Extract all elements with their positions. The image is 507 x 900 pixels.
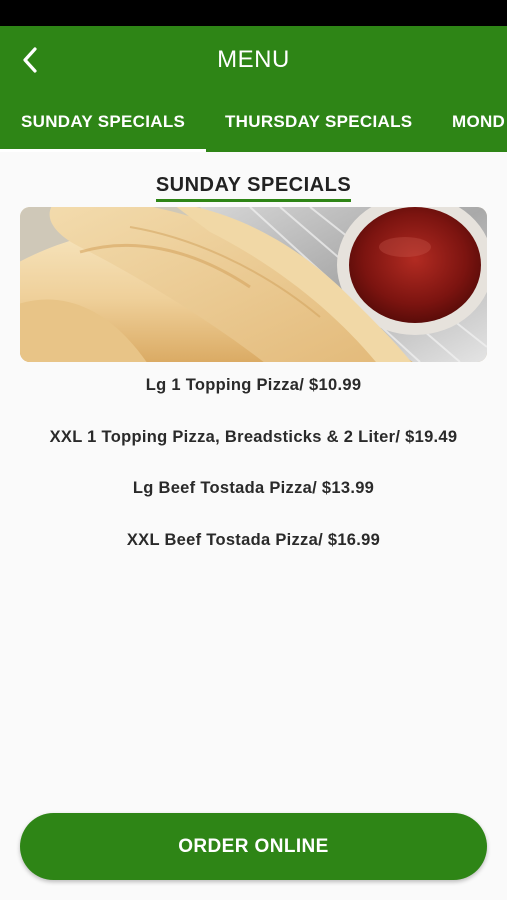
section-heading: SUNDAY SPECIALS <box>0 174 507 202</box>
list-item: XXL 1 Topping Pizza, Breadsticks & 2 Lit… <box>49 427 458 446</box>
app-header: MENU <box>0 26 507 94</box>
status-bar <box>0 0 507 26</box>
breadsticks-photo <box>20 207 487 362</box>
specials-photo <box>20 207 487 362</box>
tab-monday-specials[interactable]: MOND <box>452 94 505 152</box>
section-title: SUNDAY SPECIALS <box>155 174 352 202</box>
order-online-button[interactable]: ORDER ONLINE <box>20 813 487 880</box>
list-item: Lg 1 Topping Pizza/ $10.99 <box>145 376 362 394</box>
tab-thursday-specials[interactable]: THURSDAY SPECIALS <box>225 94 412 152</box>
specials-list: Lg 1 Topping Pizza/ $10.99 XXL 1 Topping… <box>0 372 507 578</box>
list-item: XXL Beef Tostada Pizza/ $16.99 <box>126 530 381 549</box>
tab-sunday-specials[interactable]: SUNDAY SPECIALS <box>0 94 207 152</box>
list-item: Lg Beef Tostada Pizza/ $13.99 <box>132 479 375 497</box>
tabs-bar: SUNDAY SPECIALS THURSDAY SPECIALS MOND <box>0 94 507 152</box>
page-title: MENU <box>217 46 290 73</box>
